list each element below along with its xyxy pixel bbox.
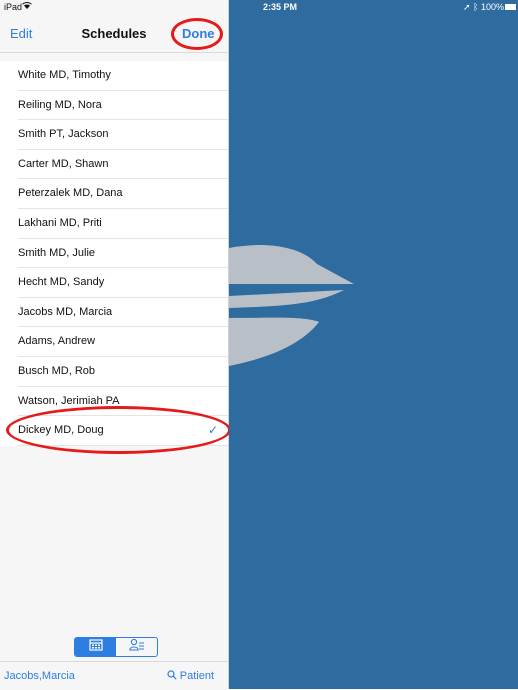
checkmark-icon: ✓	[207, 423, 218, 438]
schedule-list-item[interactable]: Carter MD, Shawn	[0, 150, 228, 180]
schedule-list-item[interactable]: Smith PT, Jackson	[0, 120, 228, 150]
patient-label: Patient	[179, 670, 214, 682]
schedule-list-item[interactable]: Adams, Andrew	[0, 327, 228, 357]
schedule-name: Peterzalek MD, Dana	[18, 187, 123, 200]
schedule-list-item[interactable]: Jacobs MD, Marcia	[0, 298, 228, 328]
schedule-list-item[interactable]: Lakhani MD, Priti	[0, 209, 228, 239]
schedule-list-item[interactable]: Busch MD, Rob	[0, 357, 228, 387]
status-bar-right: 2:35 PM ➚ ᛒ 100%	[229, 0, 518, 14]
clock-label: 2:35 PM	[263, 2, 298, 12]
schedule-name: Watson, Jerimiah PA	[18, 394, 120, 407]
current-user-button[interactable]: Jacobs,Marcia	[4, 670, 75, 682]
battery-percent: 100%	[480, 2, 504, 12]
schedule-name: Carter MD, Shawn	[18, 157, 109, 170]
wifi-icon	[22, 1, 32, 12]
patient-search-button[interactable]: Patient	[167, 670, 214, 682]
search-icon	[167, 670, 180, 682]
view-segmented-control	[74, 637, 158, 657]
segment-calendar[interactable]	[75, 638, 116, 656]
navigation-bar: Edit Schedules Done	[0, 14, 228, 53]
schedule-name: Busch MD, Rob	[18, 364, 96, 377]
schedule-name: Adams, Andrew	[18, 335, 96, 348]
schedule-list-item[interactable]: Watson, Jerimiah PA	[0, 387, 228, 417]
status-indicators: ➚ ᛒ 100%	[463, 2, 504, 13]
schedule-list-item[interactable]: Reiling MD, Nora	[0, 91, 228, 121]
schedule-list-item[interactable]: Dickey MD, Doug ✓	[0, 416, 228, 446]
schedule-list-item[interactable]: White MD, Timothy	[0, 61, 228, 91]
schedule-name: Lakhani MD, Priti	[18, 216, 102, 229]
schedule-name: White MD, Timothy	[18, 69, 111, 81]
schedule-list: White MD, Timothy Reiling MD, Nora Smith P…	[0, 61, 228, 446]
bluetooth-icon: ᛒ	[473, 2, 479, 12]
master-pane: iPad Edit Schedules Done White MD, Timot…	[0, 0, 231, 690]
schedule-name: Dickey MD, Doug	[18, 424, 104, 437]
segment-people[interactable]	[116, 638, 157, 656]
schedule-name: Reiling MD, Nora	[18, 98, 102, 111]
battery-icon	[505, 4, 516, 10]
bottom-toolbar: Jacobs,Marcia Patient	[0, 661, 228, 690]
detail-pane: 2:35 PM ➚ ᛒ 100%	[229, 0, 518, 689]
schedule-list-item[interactable]: Peterzalek MD, Dana	[0, 179, 228, 209]
schedule-list-item[interactable]: Smith MD, Julie	[0, 239, 228, 269]
app-logo-watermark	[229, 245, 354, 366]
carrier-label: iPad	[4, 2, 23, 12]
schedule-name: Smith PT, Jackson	[18, 128, 109, 141]
schedule-list-item[interactable]: Hecht MD, Sandy	[0, 268, 228, 298]
status-bar-left: iPad	[0, 0, 228, 14]
location-arrow-icon: ➚	[462, 2, 471, 12]
done-button[interactable]: Done	[182, 26, 215, 41]
person-list-icon	[128, 638, 145, 656]
schedule-name: Jacobs MD, Marcia	[18, 305, 113, 318]
schedule-name: Smith MD, Julie	[18, 246, 96, 259]
calendar-icon	[88, 638, 103, 656]
schedule-name: Hecht MD, Sandy	[18, 276, 105, 289]
